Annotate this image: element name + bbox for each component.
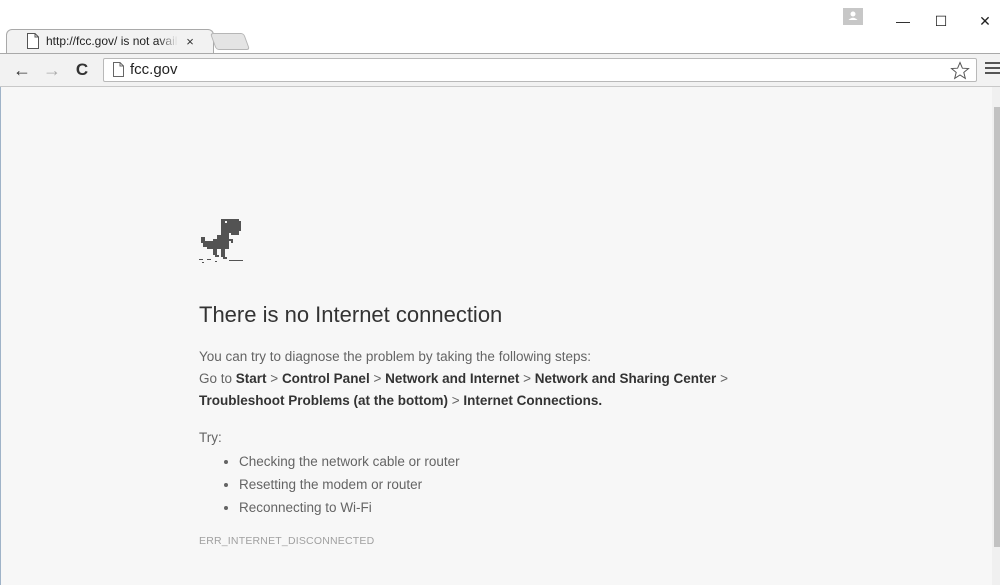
menu-icon[interactable] <box>985 62 1000 78</box>
browser-tab-content[interactable]: http://fcc.gov/ is not available × <box>26 30 208 52</box>
url-text[interactable]: fcc.gov <box>130 61 178 78</box>
try-label: Try: <box>199 430 222 445</box>
path-step-start: Start <box>235 371 267 386</box>
path-separator: > <box>448 393 464 408</box>
list-item: Resetting the modem or router <box>239 473 899 496</box>
back-button[interactable]: ← <box>10 57 34 83</box>
intro-text: You can try to diagnose the problem by t… <box>199 349 591 364</box>
scrollbar-thumb[interactable] <box>994 107 1000 547</box>
diagnosis-path: Go to Start > Control Panel > Network an… <box>199 368 899 412</box>
error-code: ERR_INTERNET_DISCONNECTED <box>199 535 375 547</box>
path-separator: > <box>519 371 535 386</box>
list-item: Checking the network cable or router <box>239 450 899 473</box>
page-icon <box>27 33 39 49</box>
window-border <box>0 87 1 585</box>
tab-title: http://fcc.gov/ is not available <box>46 34 178 48</box>
scrollbar[interactable] <box>992 87 1000 585</box>
path-step-internet-connections: Internet Connections. <box>463 393 603 408</box>
path-separator: > <box>369 371 386 386</box>
suggestion-list: Checking the network cable or router Res… <box>199 450 899 519</box>
reload-button[interactable]: C <box>70 57 94 83</box>
tab-close-button[interactable]: × <box>182 34 198 49</box>
close-window-button[interactable]: ✕ <box>970 8 1000 34</box>
forward-button[interactable]: → <box>40 57 64 83</box>
minimize-button[interactable]: — <box>888 8 918 34</box>
new-tab-button[interactable] <box>209 33 251 50</box>
page-icon <box>113 62 124 77</box>
path-step-control-panel: Control Panel <box>281 371 370 386</box>
path-step-sharing-center: Network and Sharing Center <box>534 371 717 386</box>
maximize-button[interactable]: ☐ <box>926 8 956 34</box>
browser-toolbar: ← → C fcc.gov <box>0 53 1000 87</box>
path-separator: > <box>266 371 282 386</box>
user-icon <box>848 11 858 20</box>
path-step-network-internet: Network and Internet <box>385 371 520 386</box>
profile-button[interactable] <box>843 8 863 25</box>
path-step-troubleshoot: Troubleshoot Problems (at the bottom) <box>199 393 448 408</box>
error-heading: There is no Internet connection <box>199 302 503 327</box>
path-prefix: Go to <box>199 371 236 386</box>
title-bar: http://fcc.gov/ is not available × — ☐ ✕ <box>0 0 1000 53</box>
list-item: Reconnecting to Wi-Fi <box>239 496 899 519</box>
address-bar[interactable]: fcc.gov <box>103 58 977 82</box>
path-separator: > <box>716 371 728 386</box>
dinosaur-icon <box>199 219 243 263</box>
error-page: There is no Internet connection You can … <box>199 217 899 547</box>
bookmark-star-icon[interactable] <box>950 61 970 80</box>
